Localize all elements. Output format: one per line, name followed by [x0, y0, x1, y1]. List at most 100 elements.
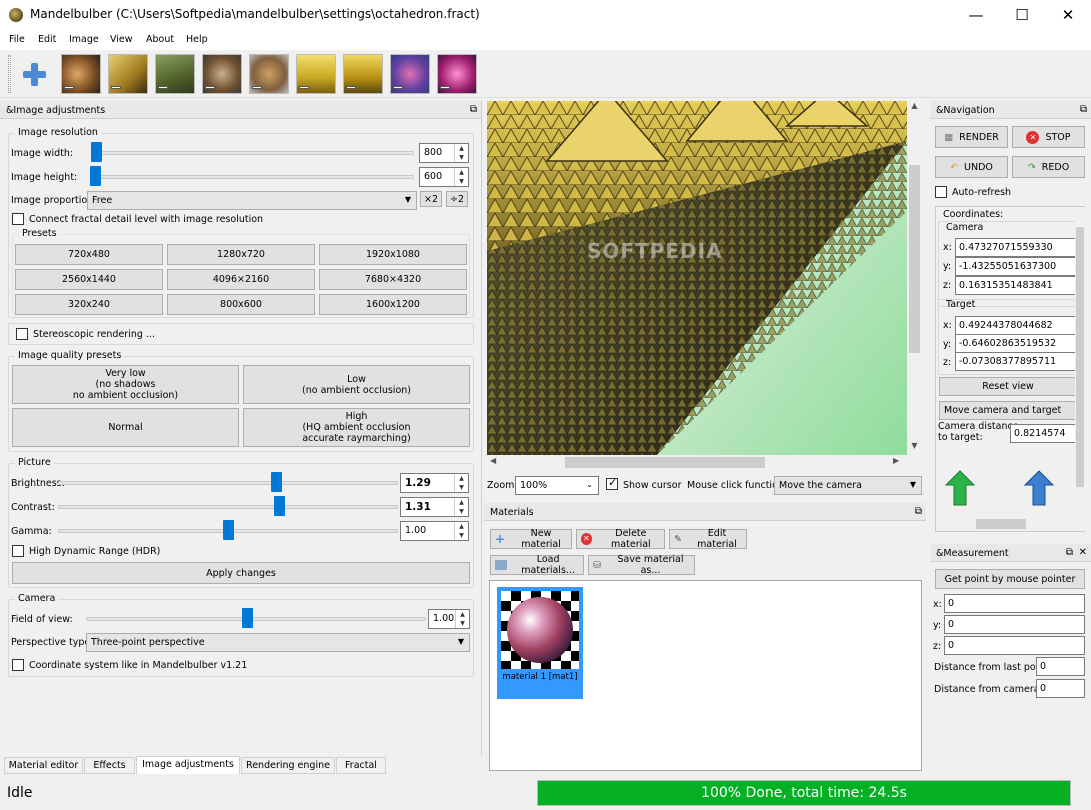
- camera-x-input[interactable]: 0.47327071559330: [955, 238, 1077, 257]
- minimize-button[interactable]: —: [953, 0, 999, 30]
- camera-y-input[interactable]: -1.43255051637300: [955, 257, 1077, 276]
- brightness-slider-handle[interactable]: [271, 472, 282, 492]
- preset-1600x1200-button[interactable]: 1600x1200: [319, 294, 467, 315]
- preset-thumbnail-7[interactable]: [343, 54, 383, 94]
- stop-button[interactable]: ✕ STOP: [1012, 126, 1085, 148]
- target-z-input[interactable]: -0.07308377895711: [955, 352, 1077, 371]
- mouse-function-select[interactable]: Move the camera ▼: [774, 476, 922, 495]
- preset-320x240-button[interactable]: 320x240: [15, 294, 163, 315]
- divide-2-button[interactable]: ÷2: [446, 191, 468, 207]
- menu-about[interactable]: About: [146, 34, 174, 45]
- preset-thumbnail-2[interactable]: [108, 54, 148, 94]
- get-point-button[interactable]: Get point by mouse pointer: [935, 569, 1085, 589]
- float-icon[interactable]: ⧉: [470, 104, 477, 115]
- image-width-spinbox[interactable]: 800 ▲ ▼: [419, 143, 469, 163]
- preset-thumbnail-4[interactable]: [202, 54, 242, 94]
- camera-z-input[interactable]: 0.16315351483841: [955, 276, 1077, 295]
- preset-7680x4320-button[interactable]: 7680×4320: [319, 269, 467, 290]
- connect-detail-checkbox[interactable]: [12, 213, 24, 225]
- target-y-input[interactable]: -0.64602863519532: [955, 334, 1077, 353]
- camera-distance-input[interactable]: 0.8214574: [1010, 424, 1078, 443]
- chevron-down-icon[interactable]: ▼: [907, 441, 922, 450]
- preset-thumbnail-1[interactable]: [61, 54, 101, 94]
- fov-slider-handle[interactable]: [242, 608, 253, 628]
- maximize-button[interactable]: ☐: [999, 0, 1045, 30]
- distance-camera-input[interactable]: 0: [1036, 679, 1085, 698]
- chevron-up-icon[interactable]: ▲: [907, 101, 922, 110]
- measure-z-input[interactable]: 0: [944, 636, 1085, 655]
- render-button[interactable]: ▦ RENDER: [935, 126, 1008, 148]
- image-height-spinbox[interactable]: 600 ▲ ▼: [419, 167, 469, 187]
- contrast-slider[interactable]: [58, 505, 398, 509]
- quality-very-low-button[interactable]: Very low (no shadows no ambient occlusio…: [12, 365, 239, 404]
- viewport-hscroll-thumb[interactable]: [565, 457, 765, 468]
- close-button[interactable]: ✕: [1045, 0, 1091, 30]
- brightness-slider[interactable]: [58, 481, 398, 485]
- tab-fractal[interactable]: Fractal: [336, 757, 386, 774]
- image-proportion-select[interactable]: Free ▼: [87, 191, 417, 210]
- new-material-button[interactable]: + New material: [490, 528, 572, 550]
- preset-1920x1080-button[interactable]: 1920x1080: [319, 244, 467, 265]
- image-width-slider-handle[interactable]: [91, 142, 102, 162]
- material-item[interactable]: material 1 [mat1]: [497, 587, 583, 699]
- zoom-select[interactable]: 100% ⌄: [515, 476, 599, 495]
- image-height-slider[interactable]: [92, 175, 414, 179]
- save-material-button[interactable]: ⛁ Save material as...: [588, 554, 695, 576]
- chevron-right-icon[interactable]: ▶: [893, 456, 899, 465]
- load-materials-button[interactable]: Load materials...: [490, 554, 584, 576]
- contrast-slider-handle[interactable]: [274, 496, 285, 516]
- menu-image[interactable]: Image: [69, 34, 99, 45]
- image-height-slider-handle[interactable]: [90, 166, 101, 186]
- navigation-vscrollbar[interactable]: [1075, 207, 1085, 531]
- preset-800x600-button[interactable]: 800x600: [167, 294, 315, 315]
- show-cursor-checkbox[interactable]: [606, 476, 618, 490]
- measure-x-input[interactable]: 0: [944, 594, 1085, 613]
- redo-button[interactable]: ↷ REDO: [1012, 156, 1085, 178]
- arrow-up-blue-icon[interactable]: [1023, 469, 1055, 507]
- quality-high-button[interactable]: High (HQ ambient occlusion accurate raym…: [243, 408, 470, 447]
- preset-2560x1440-button[interactable]: 2560x1440: [15, 269, 163, 290]
- navigation-hscrollbar[interactable]: [936, 517, 1076, 531]
- preset-720x480-button[interactable]: 720x480: [15, 244, 163, 265]
- stereo-checkbox[interactable]: [16, 328, 28, 340]
- preset-thumbnail-3[interactable]: [155, 54, 195, 94]
- quality-normal-button[interactable]: Normal: [12, 408, 239, 447]
- preset-thumbnail-5[interactable]: [249, 54, 289, 94]
- menu-edit[interactable]: Edit: [38, 34, 56, 45]
- reset-view-button[interactable]: Reset view: [939, 377, 1077, 396]
- viewport-hscrollbar[interactable]: ◀ ▶: [487, 455, 907, 470]
- close-icon[interactable]: ✕: [1079, 547, 1087, 558]
- tab-effects[interactable]: Effects: [84, 757, 135, 774]
- measure-y-input[interactable]: 0: [944, 615, 1085, 634]
- contrast-spinbox[interactable]: 1.31 ▲ ▼: [400, 497, 469, 517]
- menu-view[interactable]: View: [110, 34, 133, 45]
- coord-system-checkbox[interactable]: [12, 659, 24, 671]
- distance-last-input[interactable]: 0: [1036, 657, 1085, 676]
- edit-material-button[interactable]: ✎ Edit material: [669, 528, 747, 550]
- preset-thumbnail-8[interactable]: [390, 54, 430, 94]
- gamma-spinbox[interactable]: 1.00 ▲ ▼: [400, 521, 469, 541]
- gamma-slider-handle[interactable]: [223, 520, 234, 540]
- float-icon[interactable]: ⧉: [1080, 104, 1087, 115]
- target-x-input[interactable]: 0.49244378044682: [955, 316, 1077, 335]
- auto-refresh-checkbox[interactable]: [935, 186, 947, 198]
- viewport-vscroll-thumb[interactable]: [909, 165, 920, 353]
- tab-material-editor[interactable]: Material editor: [4, 757, 83, 774]
- menu-help[interactable]: Help: [186, 34, 208, 45]
- tab-rendering-engine[interactable]: Rendering engine: [241, 757, 335, 774]
- perspective-select[interactable]: Three-point perspective ▼: [86, 633, 470, 652]
- preset-4096x2160-button[interactable]: 4096×2160: [167, 269, 315, 290]
- delete-material-button[interactable]: ✕ Delete material: [576, 528, 665, 550]
- float-icon[interactable]: ⧉: [915, 506, 922, 517]
- toolbar-handle[interactable]: [8, 55, 11, 93]
- undo-button[interactable]: ↶ UNDO: [935, 156, 1008, 178]
- hdr-checkbox[interactable]: [12, 545, 24, 557]
- plus-icon[interactable]: [20, 60, 48, 88]
- multiply-2-button[interactable]: ×2: [420, 191, 442, 207]
- float-icon[interactable]: ⧉: [1066, 547, 1073, 558]
- navigation-hscroll-thumb[interactable]: [976, 519, 1026, 529]
- move-camera-select[interactable]: Move camera and target: [939, 401, 1077, 420]
- apply-changes-button[interactable]: Apply changes: [12, 562, 470, 584]
- preset-thumbnail-6[interactable]: [296, 54, 336, 94]
- preset-thumbnail-9[interactable]: [437, 54, 477, 94]
